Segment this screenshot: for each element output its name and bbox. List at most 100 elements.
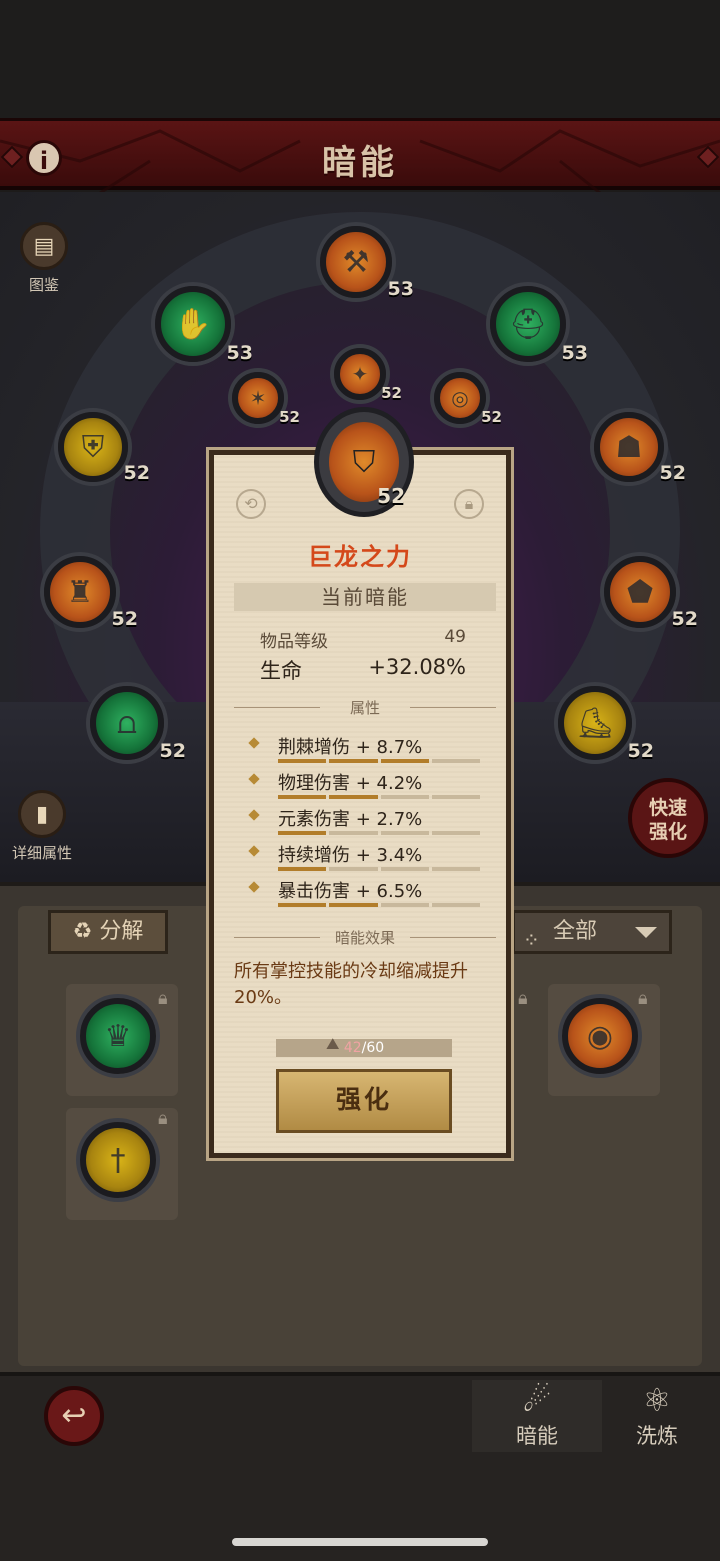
filter-label: 全部 — [553, 919, 598, 944]
lock-icon[interactable]: 🔒︎ — [638, 988, 648, 1009]
chevron-down-icon — [635, 927, 657, 938]
attribute-bar — [278, 903, 480, 907]
attribute-text: 暴击伤害 + 6.5% — [278, 881, 423, 902]
attribute-bar — [278, 795, 480, 799]
back-arrow-icon: ↩ — [61, 1398, 87, 1433]
slot-level: 52 — [659, 462, 686, 484]
codex-button[interactable]: ▤ 图鉴 — [20, 222, 68, 295]
slot-level: 52 — [481, 408, 502, 426]
effect-description: 所有掌控技能的冷却缩减提升20%。 — [234, 961, 468, 1008]
item-badge: † — [80, 1122, 156, 1198]
mask-icon: ☗ — [615, 429, 643, 465]
ring-icon: ◎ — [451, 386, 469, 410]
slot-level: 53 — [561, 342, 588, 364]
attribute-bar — [278, 759, 480, 763]
item-medal: ⛉ 52 — [314, 407, 414, 517]
equipment-slot-left-3[interactable]: ♜ 52 — [44, 556, 138, 630]
equipment-slot-top[interactable]: ⚒ 53 — [320, 226, 414, 300]
attribute-text: 元素伤害 + 2.7% — [278, 809, 423, 830]
ring-icon: ◉ — [586, 1018, 614, 1054]
attribute-text: 物理伤害 + 4.2% — [278, 773, 423, 794]
axe-icon: ⚒ — [342, 244, 370, 280]
header-banner: i 暗能 — [0, 118, 720, 193]
slot-level: 52 — [159, 740, 186, 762]
attribute-text: 持续增伤 + 3.4% — [278, 845, 423, 866]
details-button[interactable]: ▮ 详细属性 — [12, 790, 72, 863]
equipment-slot-right-3[interactable]: ⬟ 52 — [604, 556, 698, 630]
equipment-slot-left-upper[interactable]: ✋ 53 — [155, 286, 253, 364]
enhance-label: 强化 — [335, 1085, 392, 1114]
refine-icon: ⚛ — [642, 1381, 672, 1419]
cloak-icon: ♜ — [66, 574, 94, 610]
material-max: /60 — [361, 1040, 385, 1056]
ore-icon: ⛰ — [326, 1034, 340, 1053]
item-level-row: 物品等级 49 — [260, 627, 466, 652]
grid-icon: ⁘ — [523, 928, 540, 952]
bow-icon: ✶ — [249, 386, 267, 410]
sword-icon: † — [110, 1142, 126, 1178]
decompose-button[interactable]: ♻ 分解 — [48, 910, 168, 954]
material-progress: ⛰ 42/60 — [276, 1035, 452, 1057]
slot-level: 52 — [111, 608, 138, 630]
item-badge: ♛ — [80, 998, 156, 1074]
lock-icon[interactable]: 🔒︎ — [454, 489, 484, 519]
crown-icon: ♛ — [104, 1018, 132, 1054]
equipment-slot-inner-right[interactable]: ◎ 52 — [434, 372, 502, 426]
slot-level: 52 — [279, 408, 300, 426]
details-label: 详细属性 — [12, 844, 73, 862]
main-stat-label: 生命 — [260, 659, 302, 683]
tab-dark-energy-label: 暗能 — [516, 1424, 558, 1448]
equipment-slot-right-4[interactable]: ⛸ 52 — [558, 686, 654, 762]
equipment-slot-right-2[interactable]: ☗ 52 — [594, 412, 686, 484]
item-level-badge: 52 — [377, 484, 405, 508]
item-level-value: 49 — [444, 627, 466, 647]
equipment-slot-right-upper[interactable]: ⛑ 53 — [490, 286, 588, 364]
star-icon: ✦ — [351, 362, 369, 386]
slot-level: 52 — [627, 740, 654, 762]
slot-level: 53 — [387, 278, 414, 300]
dark-energy-icon: ☄ — [522, 1381, 552, 1419]
helmet-icon: ⛑ — [508, 306, 548, 342]
pants-icon: ⩍ — [117, 705, 137, 741]
item-level-label: 物品等级 — [260, 632, 328, 652]
stats-icon: ▮ — [18, 790, 66, 838]
codex-label: 图鉴 — [28, 276, 59, 294]
page-title: 暗能 — [322, 143, 398, 183]
attribute-bar — [278, 867, 480, 871]
equipment-slot-left-2[interactable]: ⛨ 52 — [58, 412, 150, 484]
item-detail-popup: ⛉ 52 ⟲ 🔒︎ 巨龙之力 当前暗能 物品等级 49 生命 +32.08% 属… — [209, 407, 511, 1158]
slot-level: 52 — [123, 462, 150, 484]
armor-icon: ⛨ — [81, 429, 105, 465]
equipment-slot-left-4[interactable]: ⩍ 52 — [90, 686, 186, 762]
lock-icon[interactable]: 🔒︎ — [518, 988, 528, 1009]
tab-dark-energy[interactable]: ☄ 暗能 — [472, 1380, 602, 1452]
tab-refine[interactable]: ⚛ 洗炼 — [592, 1380, 720, 1452]
home-indicator[interactable] — [232, 1538, 488, 1546]
main-stat-row: 生命 +32.08% — [260, 655, 466, 685]
attribute-text: 荆棘增伤 + 8.7% — [278, 737, 423, 758]
top-area — [0, 0, 720, 120]
equipment-slot-inner-left[interactable]: ✶ 52 — [232, 372, 300, 426]
attribute-bar — [278, 831, 480, 835]
quick-enhance-button[interactable]: 快速强化 — [628, 778, 708, 858]
item-badge: ◉ — [562, 998, 638, 1074]
back-button[interactable]: ↩ — [44, 1386, 104, 1446]
decompose-label: 分解 — [99, 919, 144, 944]
slot-level: 52 — [381, 384, 402, 402]
quick-enhance-label: 快速强化 — [648, 797, 687, 843]
item-name: 巨龙之力 — [308, 543, 412, 571]
material-current: 42 — [343, 1040, 362, 1056]
filter-dropdown[interactable]: ⁘ 全部 — [512, 910, 672, 954]
lock-icon[interactable]: 🔒︎ — [158, 1108, 168, 1129]
gauntlet-icon: ✋ — [174, 306, 212, 342]
effect-header: 暗能效果 — [334, 929, 395, 947]
enhance-button[interactable]: 强化 — [276, 1069, 452, 1133]
tab-refine-label: 洗炼 — [636, 1424, 678, 1448]
main-stat-value: +32.08% — [368, 655, 466, 679]
swap-icon[interactable]: ⟲ — [236, 489, 266, 519]
lock-icon[interactable]: 🔒︎ — [158, 988, 168, 1009]
slot-level: 52 — [671, 608, 698, 630]
boots-icon: ⛸ — [575, 705, 615, 741]
equipment-slot-inner-center[interactable]: ✦ 52 — [334, 348, 402, 402]
shoulder-icon: ⬟ — [626, 574, 654, 610]
